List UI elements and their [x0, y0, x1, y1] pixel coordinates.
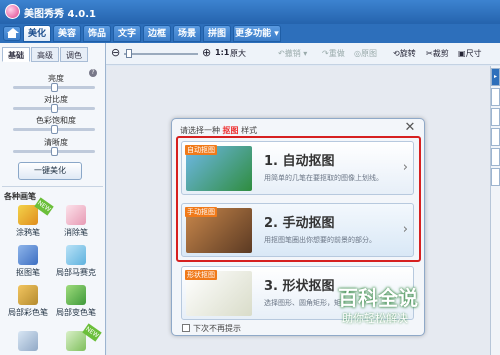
zoom-actual-button[interactable]: 1:1: [215, 48, 229, 57]
zoom-slider[interactable]: [124, 53, 198, 55]
local-recolor-pen-tool[interactable]: 局部变色笔: [54, 283, 98, 321]
tool-label: 涂鸦笔: [16, 228, 40, 237]
rotate-label: 旋转: [399, 49, 416, 58]
divider: [2, 186, 103, 187]
app-title: 美图秀秀 4.0.1: [24, 9, 96, 20]
watermark-title: 百科全说: [338, 286, 418, 310]
more-tool[interactable]: NEW: [54, 323, 102, 355]
tab-collage[interactable]: 拼图: [203, 25, 231, 42]
enlarge-label[interactable]: 原大: [230, 48, 246, 59]
manual-cutout-title: 2. 手动抠图: [264, 216, 335, 231]
crop-label: 裁剪: [432, 49, 449, 58]
shape-cutout-title: 3. 形状抠图: [264, 279, 335, 294]
manual-cutout-desc: 用抠图笔圈出你想要的前景的部分。: [264, 236, 376, 244]
side-tab[interactable]: [491, 148, 500, 166]
zoom-in-icon[interactable]: ⊕: [202, 46, 211, 59]
side-tab[interactable]: ▸: [491, 68, 500, 86]
chevron-right-icon: ›: [402, 160, 408, 175]
tool-label: 抠图笔: [16, 268, 40, 277]
dialog-title-prefix: 请选择一种: [180, 126, 220, 135]
chevron-right-icon: ›: [402, 222, 408, 237]
doodle-pen-icon: [18, 205, 38, 225]
color-brush-icon: [18, 285, 38, 305]
tab-more-features[interactable]: 更多功能 ▾: [233, 25, 281, 42]
mosaic-icon: [66, 245, 86, 265]
saturation-slider[interactable]: [13, 125, 95, 134]
tab-text[interactable]: 文字: [113, 25, 141, 42]
tool-label: 局部彩色笔: [8, 308, 48, 317]
subtab-basic[interactable]: 基础: [2, 47, 30, 62]
tool-icon: [66, 331, 86, 351]
tool-label: 局部马赛克: [56, 268, 96, 277]
tab-beauty[interactable]: 美容: [53, 25, 81, 42]
eraser-icon: [66, 205, 86, 225]
tab-scene[interactable]: 场景: [173, 25, 201, 42]
doodle-pen-tool[interactable]: 涂鸦笔 NEW: [6, 197, 54, 241]
slider-knob[interactable]: [51, 147, 58, 156]
size-label: 尺寸: [465, 49, 482, 58]
recolor-bucket-icon: [66, 285, 86, 305]
dialog-title-highlight: 抠图: [222, 126, 239, 135]
zoom-slider-knob[interactable]: [126, 49, 132, 58]
dont-show-again[interactable]: 下次不再提示: [182, 323, 241, 334]
menu-bar: 美化 美容 饰品 文字 边框 场景 拼图 更多功能 ▾: [0, 24, 500, 43]
manual-cutout-tag: 手动抠图: [185, 207, 217, 217]
rotate-button[interactable]: ⟲旋转: [393, 48, 416, 59]
crop-button[interactable]: ✂裁剪: [426, 48, 449, 59]
dont-show-again-checkbox[interactable]: [182, 324, 190, 332]
undo-label: 撤销: [284, 49, 301, 58]
app-window: 美图秀秀 4.0.1 美化 美容 饰品 文字 边框 场景 拼图 更多功能 ▾ 基…: [0, 0, 500, 355]
tool-label: 局部变色笔: [56, 308, 96, 317]
slider-knob[interactable]: [51, 104, 58, 113]
original-label: 原图: [360, 49, 377, 58]
original-button[interactable]: ◎原图: [354, 48, 377, 59]
tab-beautify[interactable]: 美化: [23, 25, 51, 42]
auto-cutout-tag: 自动抠图: [185, 145, 217, 155]
dialog-title-suffix: 样式: [241, 126, 258, 135]
local-color-pen-tool[interactable]: 局部彩色笔: [6, 283, 50, 321]
side-tab[interactable]: [491, 88, 500, 106]
undo-button[interactable]: ↶撤销 ▾: [278, 48, 307, 59]
left-panel: 基础 高级 调色 ? 亮度 对比度 色彩饱和度 清晰度 一键美化 各种画笔 涂鸦…: [0, 43, 106, 355]
side-tab[interactable]: [491, 128, 500, 146]
auto-cutout-title: 1. 自动抠图: [264, 154, 335, 169]
slider-knob[interactable]: [51, 125, 58, 134]
tab-accessories[interactable]: 饰品: [83, 25, 111, 42]
eraser-pen-tool[interactable]: 消除笔: [54, 203, 98, 241]
side-tab[interactable]: [491, 108, 500, 126]
sharpness-slider[interactable]: [13, 147, 95, 156]
pens-section-title: 各种画笔: [4, 192, 36, 201]
size-button[interactable]: ▣尺寸: [458, 48, 482, 59]
subtab-advanced[interactable]: 高级: [31, 47, 59, 62]
cutout-pen-tool[interactable]: 抠图笔: [6, 243, 50, 281]
subtab-color[interactable]: 调色: [60, 47, 88, 62]
contrast-slider[interactable]: [13, 104, 95, 113]
one-click-beautify-button[interactable]: 一键美化: [18, 162, 82, 180]
home-icon[interactable]: [3, 26, 21, 41]
tab-frame[interactable]: 边框: [143, 25, 171, 42]
auto-cutout-desc: 用简单的几笔在要抠取的图像上划线。: [264, 174, 383, 182]
close-icon[interactable]: ✕: [403, 121, 417, 135]
more-tool[interactable]: [6, 329, 50, 355]
auto-cutout-option[interactable]: 自动抠图 1. 自动抠图 用简单的几笔在要抠取的图像上划线。 ›: [181, 141, 414, 195]
local-mosaic-tool[interactable]: 局部马赛克: [54, 243, 98, 281]
cutout-pen-icon: [18, 245, 38, 265]
slider-knob[interactable]: [51, 83, 58, 92]
side-tab[interactable]: [491, 168, 500, 186]
dont-show-again-label: 下次不再提示: [193, 324, 241, 333]
tab-more-label: 更多功能: [235, 29, 272, 39]
app-logo-icon: [5, 4, 20, 19]
watermark-subtitle: 助你轻松解决: [342, 312, 408, 325]
dialog-title: 请选择一种 抠图 样式: [180, 125, 257, 136]
redo-button[interactable]: ↷重做: [322, 48, 345, 59]
tool-icon: [18, 331, 38, 351]
shape-cutout-tag: 形状抠图: [185, 270, 217, 280]
manual-cutout-option[interactable]: 手动抠图 2. 手动抠图 用抠图笔圈出你想要的前景的部分。 ›: [181, 203, 414, 257]
watermark: 百科全说 助你轻松解决: [330, 282, 480, 332]
tool-label: 消除笔: [64, 228, 88, 237]
zoom-out-icon[interactable]: ⊖: [111, 46, 120, 59]
redo-label: 重做: [328, 49, 345, 58]
brightness-slider[interactable]: [13, 83, 95, 92]
title-bar: 美图秀秀 4.0.1: [0, 0, 500, 24]
